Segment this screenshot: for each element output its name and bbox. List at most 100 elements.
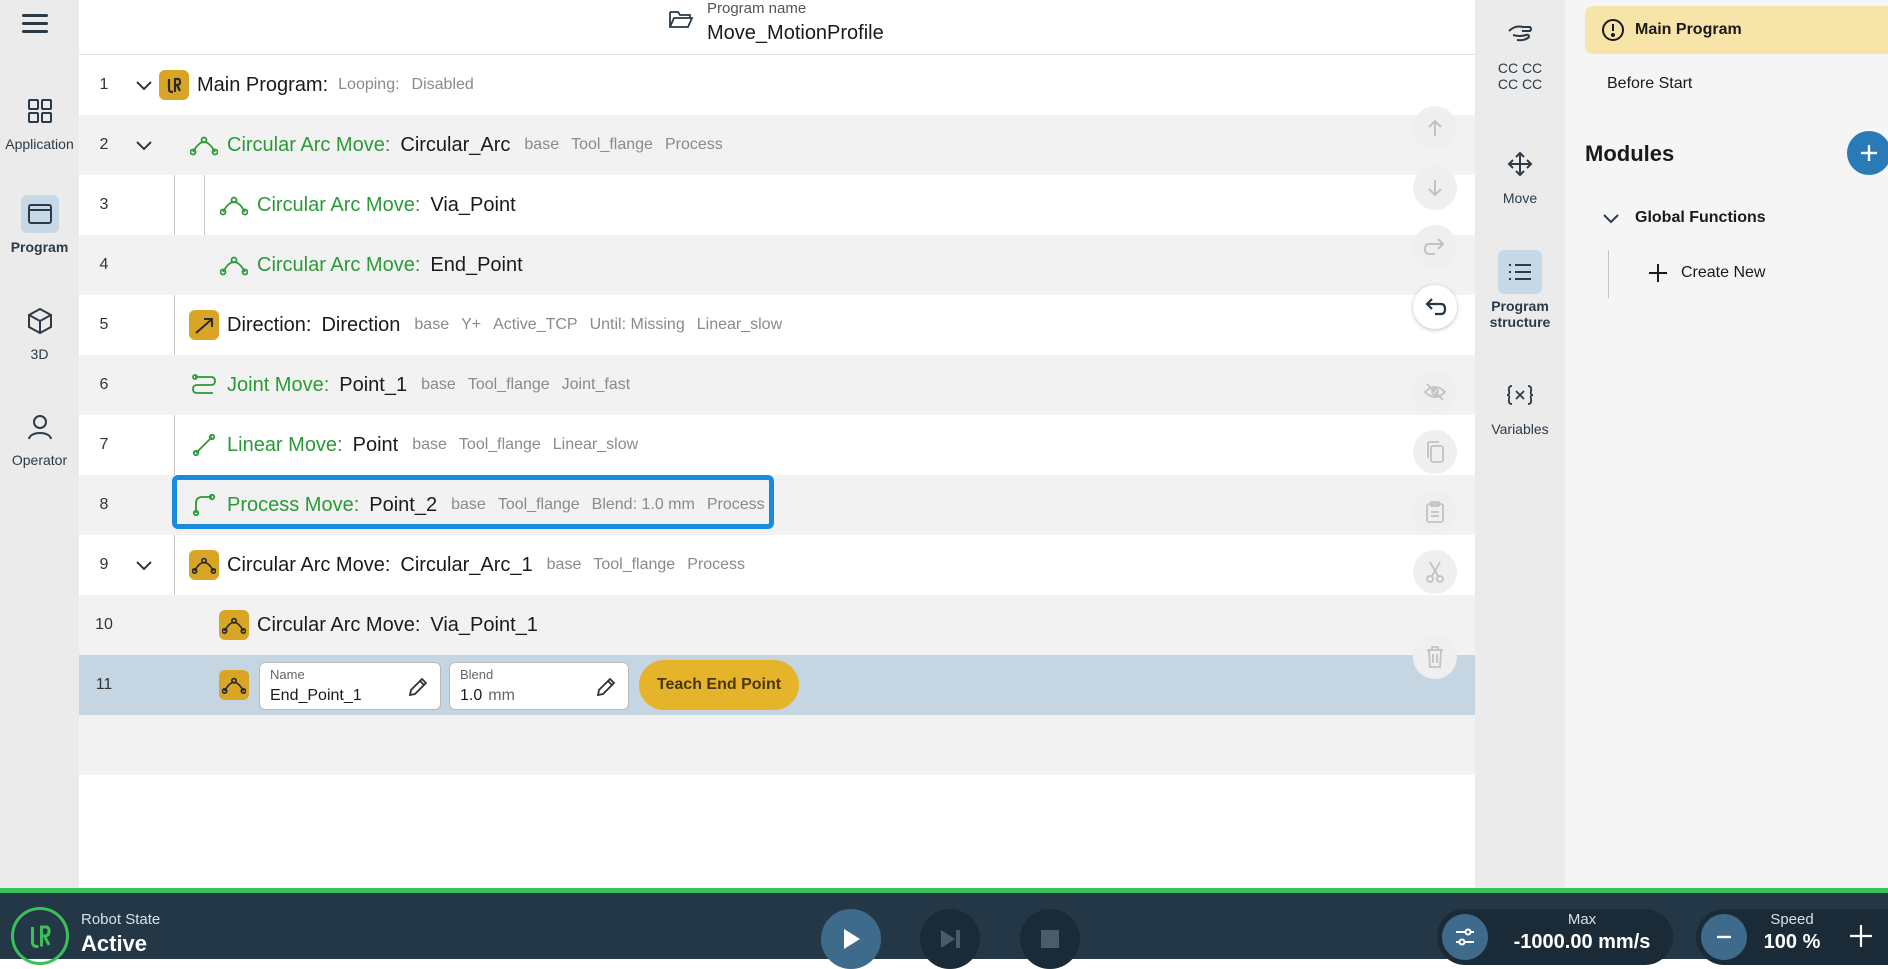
- sliders-icon[interactable]: [1442, 914, 1488, 960]
- blend-field-value[interactable]: 1.0 mm: [460, 687, 515, 705]
- node-meta: base: [524, 136, 560, 153]
- paste-button[interactable]: [1413, 490, 1457, 534]
- row-number: 6: [99, 376, 109, 393]
- global-functions-item[interactable]: Global Functions: [1601, 208, 1766, 228]
- teach-end-point-button[interactable]: Teach End Point: [639, 660, 799, 710]
- plus-icon[interactable]: [1848, 923, 1874, 954]
- tree-node: Circular Arc Move: Circular_Arc_1 base T…: [189, 535, 757, 595]
- undo-button[interactable]: [1413, 285, 1457, 329]
- tree-row[interactable]: 9 Circular Arc Move: Circular_Arc_1 base…: [79, 535, 1475, 595]
- max-value: -1000.00 mm/s: [1513, 931, 1651, 953]
- circular-arc-icon: [189, 130, 219, 160]
- move-up-button[interactable]: [1413, 106, 1457, 150]
- grid-icon: [21, 92, 59, 130]
- node-meta: Tool_flange: [497, 496, 580, 513]
- tree-row[interactable]: 3 Circular Arc Move: Via_Point: [79, 175, 1475, 235]
- robot-state-label: Robot State: [81, 911, 161, 928]
- redo-button[interactable]: [1413, 225, 1457, 269]
- chevron-down-icon[interactable]: [133, 74, 155, 96]
- tool-label: CC CC CC CC: [1475, 60, 1565, 92]
- tree-node: Joint Move: Point_1 base Tool_flange Joi…: [189, 355, 642, 415]
- linear-move-icon: [189, 430, 219, 460]
- nav-label: Program: [10, 239, 69, 255]
- row-number: 9: [99, 556, 109, 573]
- folder-open-icon[interactable]: [668, 8, 694, 35]
- tree-row-selected[interactable]: 11 Name End_Point_1 Blend 1.0 mm Teach En…: [79, 655, 1475, 715]
- speed-label: Speed: [1770, 911, 1814, 928]
- chevron-down-icon[interactable]: [133, 554, 155, 576]
- before-start-item[interactable]: Before Start: [1607, 75, 1692, 93]
- stop-button[interactable]: [1020, 909, 1080, 969]
- program-name[interactable]: Move_MotionProfile: [707, 22, 884, 45]
- tree-row[interactable]: 10 Circular Arc Move: Via_Point_1: [79, 595, 1475, 655]
- nav-3d[interactable]: 3D: [0, 302, 79, 362]
- program-header: Program name Move_MotionProfile: [79, 0, 1475, 55]
- tool-label: Program structure: [1475, 298, 1565, 330]
- tool-label: Move: [1502, 190, 1538, 206]
- cut-button[interactable]: [1413, 550, 1457, 594]
- max-label: Max: [1567, 911, 1597, 928]
- name-field[interactable]: Name End_Point_1: [259, 662, 441, 710]
- name-field-value[interactable]: End_Point_1: [270, 687, 362, 705]
- node-type: Direction:: [227, 313, 312, 336]
- node-meta: base: [414, 316, 450, 333]
- delete-button[interactable]: [1413, 635, 1457, 679]
- play-button[interactable]: [821, 909, 881, 969]
- tree-row[interactable]: 2 Circular Arc Move: Circular_Arc base T…: [79, 115, 1475, 175]
- row-number: 2: [99, 136, 109, 153]
- tree-node: Process Move: Point_2 base Tool_flange B…: [189, 475, 777, 535]
- tree-row[interactable]: 8 Process Move: Point_2 base Tool_flange…: [79, 475, 1475, 535]
- pencil-icon[interactable]: [406, 675, 430, 704]
- node-meta: Tool_flange: [571, 136, 653, 153]
- node-meta: Blend: 1.0 mm: [591, 496, 695, 513]
- node-name: Direction: [321, 313, 401, 336]
- step-button[interactable]: [920, 909, 980, 969]
- minus-icon[interactable]: [1701, 914, 1747, 960]
- node-name: Circular_Arc_1: [400, 553, 533, 576]
- joint-move-icon: [189, 370, 219, 400]
- hide-button[interactable]: [1413, 370, 1457, 414]
- tool-program-structure[interactable]: Program structure: [1475, 250, 1565, 330]
- tool-variables[interactable]: Variables: [1475, 373, 1565, 437]
- freedrive-hand-icon: [1498, 12, 1542, 56]
- pencil-icon[interactable]: [594, 675, 618, 704]
- node-meta: base: [421, 376, 456, 393]
- nav-application[interactable]: Application: [0, 92, 79, 152]
- node-meta: Linear_slow: [696, 316, 783, 333]
- node-name: Via_Point: [430, 193, 516, 216]
- row-number: 1: [99, 76, 109, 93]
- row-number: 7: [99, 436, 109, 453]
- list-icon: [1498, 250, 1542, 294]
- tree-row[interactable]: 6 Joint Move: Point_1 base Tool_flange J…: [79, 355, 1475, 415]
- tool-move[interactable]: Move: [1475, 142, 1565, 206]
- nav-label: Operator: [11, 452, 68, 468]
- node-meta: Looping:: [338, 76, 400, 93]
- node-meta: Process: [664, 136, 723, 153]
- nav-program[interactable]: Program: [0, 195, 79, 255]
- tree-row[interactable]: 4 Circular Arc Move: End_Point: [79, 235, 1475, 295]
- blend-field[interactable]: Blend 1.0 mm: [449, 662, 629, 710]
- speed-value: 100 %: [1763, 931, 1821, 953]
- tool-freedrive[interactable]: CC CC CC CC: [1475, 12, 1565, 92]
- modules-title: Modules: [1585, 141, 1675, 166]
- tool-label-line: CC CC: [1497, 60, 1543, 76]
- hamburger-menu-icon[interactable]: [22, 14, 48, 34]
- node-meta: base: [451, 496, 486, 513]
- tree-row[interactable]: 5 Direction: Direction base Y+ Active_TC…: [79, 295, 1475, 355]
- create-new-button[interactable]: Create New: [1647, 262, 1765, 284]
- robot-state-logo-icon[interactable]: [11, 907, 69, 965]
- move-down-button[interactable]: [1413, 166, 1457, 210]
- main-program-label: Main Program: [1635, 21, 1742, 38]
- copy-button[interactable]: [1413, 430, 1457, 474]
- tree-row[interactable]: 1 Main Program: Looping: Disabled: [79, 55, 1475, 115]
- node-meta: Process: [687, 556, 745, 573]
- process-move-icon: [189, 490, 219, 520]
- row-number: 10: [95, 616, 113, 633]
- person-icon: [21, 408, 59, 446]
- main-program-item[interactable]: Main Program: [1585, 6, 1888, 54]
- structure-panel: Main Program Before Start Modules Global…: [1565, 0, 1888, 888]
- add-module-button[interactable]: [1847, 131, 1888, 175]
- chevron-down-icon[interactable]: [133, 134, 155, 156]
- nav-operator[interactable]: Operator: [0, 408, 79, 468]
- tree-row[interactable]: 7 Linear Move: Point base Tool_flange Li…: [79, 415, 1475, 475]
